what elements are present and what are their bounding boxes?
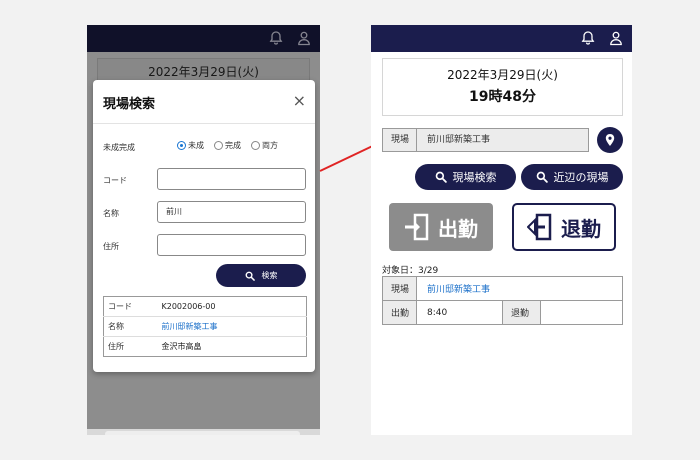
nearby-sites-button[interactable]: 近辺の現場 bbox=[521, 164, 623, 190]
location-pin-icon bbox=[605, 134, 615, 146]
current-site-field[interactable]: 現場 前川邸新築工事 bbox=[382, 128, 589, 152]
record-in-label: 出勤 bbox=[382, 300, 417, 325]
record-site-label: 現場 bbox=[382, 276, 417, 301]
clock-out-label: 退勤 bbox=[561, 216, 601, 241]
record-out-value bbox=[540, 300, 623, 325]
bell-icon[interactable] bbox=[580, 30, 596, 46]
target-date: 対象日：3/29 bbox=[382, 266, 439, 276]
nearby-sites-label: 近辺の現場 bbox=[553, 171, 609, 184]
search-icon bbox=[435, 171, 447, 183]
door-enter-icon bbox=[405, 213, 429, 241]
location-button[interactable] bbox=[597, 127, 623, 153]
user-icon[interactable] bbox=[608, 30, 624, 46]
current-date: 2022年3月29日(火) bbox=[447, 68, 558, 82]
site-search-label: 現場検索 bbox=[452, 171, 497, 184]
clock-in-label: 出勤 bbox=[438, 216, 478, 241]
table-row: 現場 前川邸新築工事 bbox=[382, 276, 623, 301]
record-site-link[interactable]: 前川邸新築工事 bbox=[416, 276, 623, 301]
site-search-button[interactable]: 現場検索 bbox=[415, 164, 516, 190]
right-top-bar bbox=[371, 25, 632, 52]
record-out-label: 退勤 bbox=[502, 300, 541, 325]
datetime-panel: 2022年3月29日(火) 19時48分 bbox=[382, 58, 623, 116]
site-label: 現場 bbox=[383, 129, 417, 151]
record-in-value: 8:40 bbox=[416, 300, 503, 325]
attendance-record-table: 現場 前川邸新築工事 出勤 8:40 退勤 bbox=[382, 276, 623, 325]
table-row: 出勤 8:40 退勤 bbox=[382, 300, 623, 325]
right-phone-screen: 2022年3月29日(火) 19時48分 現場 前川邸新築工事 現場検索 近辺の… bbox=[371, 25, 632, 435]
site-value: 前川邸新築工事 bbox=[427, 135, 491, 145]
current-time: 19時48分 bbox=[469, 89, 536, 105]
search-icon bbox=[536, 171, 548, 183]
door-exit-icon bbox=[527, 213, 552, 241]
clock-out-button[interactable]: 退勤 bbox=[512, 203, 616, 251]
clock-in-button[interactable]: 出勤 bbox=[389, 203, 493, 251]
